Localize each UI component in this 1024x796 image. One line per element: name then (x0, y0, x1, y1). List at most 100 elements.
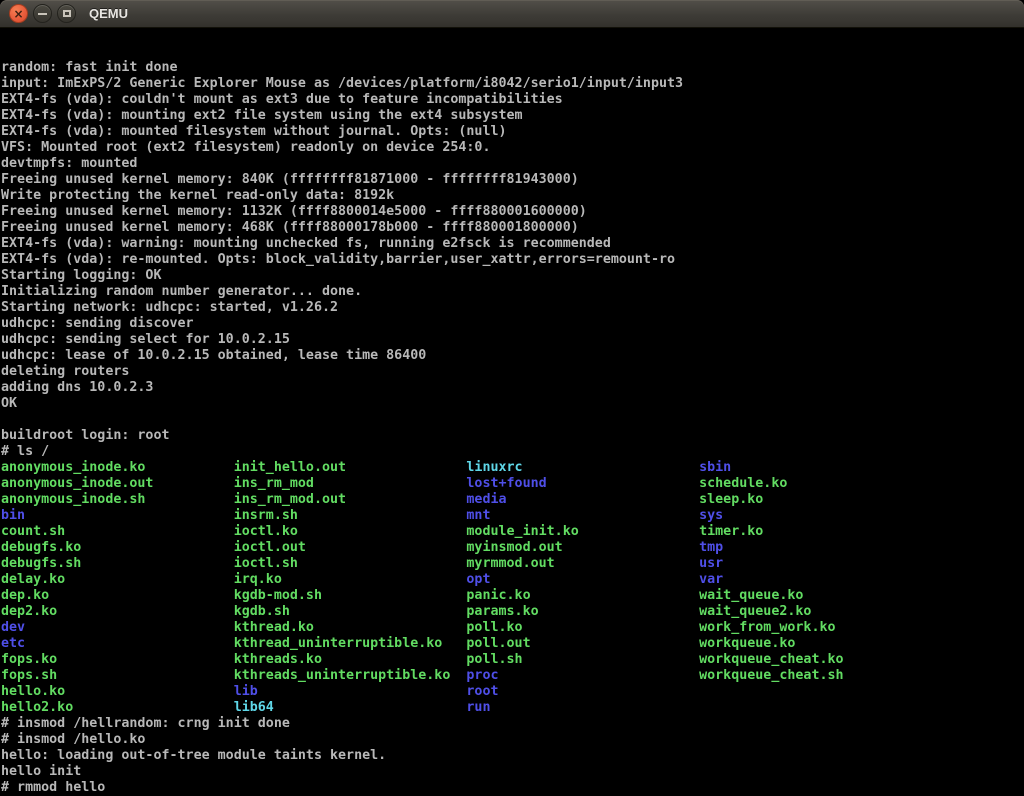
console-text: Write protecting the kernel read-only da… (1, 188, 394, 203)
ls-entry-dir: bin (1, 508, 234, 523)
console-text: Starting logging: OK (1, 268, 161, 283)
console-text: udhcpc: sending select for 10.0.2.15 (1, 332, 290, 347)
console-line: count.sh ioctl.ko module_init.ko timer.k… (1, 524, 1024, 540)
ls-entry-file: init_hello.out (234, 460, 467, 475)
close-button[interactable]: × (9, 4, 28, 23)
ls-entry-file: kgdb.sh (234, 604, 467, 619)
window-title: QEMU (89, 6, 128, 21)
terminal-screen[interactable]: random: fast init doneinput: ImExPS/2 Ge… (0, 28, 1024, 796)
console-line: Freeing unused kernel memory: 468K (ffff… (1, 220, 1024, 236)
ls-entry-dir: run (466, 700, 490, 715)
console-line: VFS: Mounted root (ext2 filesystem) read… (1, 140, 1024, 156)
console-output: random: fast init doneinput: ImExPS/2 Ge… (1, 60, 1024, 796)
console-line: bin insrm.sh mnt sys (1, 508, 1024, 524)
console-line: hello.ko lib root (1, 684, 1024, 700)
console-text: devtmpfs: mounted (1, 156, 137, 171)
ls-entry-file: sleep.ko (699, 492, 763, 507)
ls-entry-file: ins_rm_mod.out (234, 492, 467, 507)
ls-entry-file: anonymous_inode.sh (1, 492, 234, 507)
ls-entry-file: wait_queue2.ko (699, 604, 811, 619)
console-line: dev kthread.ko poll.ko work_from_work.ko (1, 620, 1024, 636)
console-text: Initializing random number generator... … (1, 284, 362, 299)
ls-entry-file: kthreads_uninterruptible.ko (234, 668, 467, 683)
console-line: anonymous_inode.ko init_hello.out linuxr… (1, 460, 1024, 476)
console-text: EXT4-fs (vda): couldn't mount as ext3 du… (1, 92, 563, 107)
console-text: EXT4-fs (vda): mounted filesystem withou… (1, 124, 507, 139)
console-line: etc kthread_uninterruptible.ko poll.out … (1, 636, 1024, 652)
console-line: EXT4-fs (vda): warning: mounting uncheck… (1, 236, 1024, 252)
console-text: Freeing unused kernel memory: 1132K (fff… (1, 204, 587, 219)
console-line: udhcpc: sending select for 10.0.2.15 (1, 332, 1024, 348)
console-text: random: fast init done (1, 60, 178, 75)
console-text: hello init (1, 764, 81, 779)
console-line (1, 412, 1024, 428)
ls-entry-file: workqueue.ko (699, 636, 795, 651)
window-titlebar[interactable]: × QEMU (0, 0, 1024, 28)
ls-entry-file: ins_rm_mod (234, 476, 467, 491)
minimize-button[interactable] (33, 4, 52, 23)
ls-entry-file: workqueue_cheat.sh (699, 668, 843, 683)
ls-entry-file: debugfs.ko (1, 540, 234, 555)
console-text: OK (1, 396, 17, 411)
console-text: udhcpc: sending discover (1, 316, 194, 331)
console-line: deleting routers (1, 364, 1024, 380)
ls-entry-dir: opt (466, 572, 699, 587)
console-line: delay.ko irq.ko opt var (1, 572, 1024, 588)
ls-entry-dir: tmp (699, 540, 723, 555)
ls-entry-file: panic.ko (466, 588, 699, 603)
console-text: # insmod /hello.ko (1, 732, 145, 747)
ls-entry-file: work_from_work.ko (699, 620, 835, 635)
console-line: anonymous_inode.sh ins_rm_mod.out media … (1, 492, 1024, 508)
console-line: anonymous_inode.out ins_rm_mod lost+foun… (1, 476, 1024, 492)
console-line: hello: loading out-of-tree module taints… (1, 748, 1024, 764)
console-text: EXT4-fs (vda): warning: mounting uncheck… (1, 236, 611, 251)
console-line: OK (1, 396, 1024, 412)
ls-entry-dir: etc (1, 636, 234, 651)
ls-entry-dir: root (466, 684, 498, 699)
ls-entry-file: delay.ko (1, 572, 234, 587)
ls-entry-dir: var (699, 572, 723, 587)
maximize-icon (63, 10, 71, 17)
console-line: Initializing random number generator... … (1, 284, 1024, 300)
ls-entry-link: lib64 (234, 700, 467, 715)
ls-entry-dir: sbin (699, 460, 731, 475)
console-line: dep.ko kgdb-mod.sh panic.ko wait_queue.k… (1, 588, 1024, 604)
ls-entry-dir: lost+found (466, 476, 699, 491)
console-line: debugfs.ko ioctl.out myinsmod.out tmp (1, 540, 1024, 556)
console-line: Freeing unused kernel memory: 1132K (fff… (1, 204, 1024, 220)
ls-entry-dir: lib (234, 684, 467, 699)
console-text: EXT4-fs (vda): re-mounted. Opts: block_v… (1, 252, 675, 267)
console-line: adding dns 10.0.2.3 (1, 380, 1024, 396)
console-line: devtmpfs: mounted (1, 156, 1024, 172)
ls-entry-file: hello.ko (1, 684, 234, 699)
console-line: debugfs.sh ioctl.sh myrmmod.out usr (1, 556, 1024, 572)
minimize-icon (38, 13, 47, 15)
console-line: dep2.ko kgdb.sh params.ko wait_queue2.ko (1, 604, 1024, 620)
console-line: Write protecting the kernel read-only da… (1, 188, 1024, 204)
console-line: hello init (1, 764, 1024, 780)
ls-entry-file: debugfs.sh (1, 556, 234, 571)
ls-entry-file: timer.ko (699, 524, 763, 539)
ls-entry-file: ioctl.out (234, 540, 467, 555)
ls-entry-file: module_init.ko (466, 524, 699, 539)
ls-entry-file: fops.ko (1, 652, 234, 667)
ls-entry-file: poll.out (466, 636, 699, 651)
console-line: random: fast init done (1, 60, 1024, 76)
ls-entry-link: linuxrc (466, 460, 699, 475)
ls-entry-file: wait_queue.ko (699, 588, 803, 603)
console-text: # rmmod hello (1, 780, 105, 795)
console-line: buildroot login: root (1, 428, 1024, 444)
console-text: input: ImExPS/2 Generic Explorer Mouse a… (1, 76, 683, 91)
maximize-button[interactable] (57, 4, 76, 23)
ls-entry-file: fops.sh (1, 668, 234, 683)
ls-entry-file: anonymous_inode.ko (1, 460, 234, 475)
console-line: Starting logging: OK (1, 268, 1024, 284)
console-line: # insmod /hellrandom: crng init done (1, 716, 1024, 732)
ls-entry-file: dep2.ko (1, 604, 234, 619)
console-line: EXT4-fs (vda): couldn't mount as ext3 du… (1, 92, 1024, 108)
console-line: fops.ko kthreads.ko poll.sh workqueue_ch… (1, 652, 1024, 668)
console-line: # rmmod hello (1, 780, 1024, 796)
console-line: Freeing unused kernel memory: 840K (ffff… (1, 172, 1024, 188)
console-line: fops.sh kthreads_uninterruptible.ko proc… (1, 668, 1024, 684)
ls-entry-file: insrm.sh (234, 508, 467, 523)
